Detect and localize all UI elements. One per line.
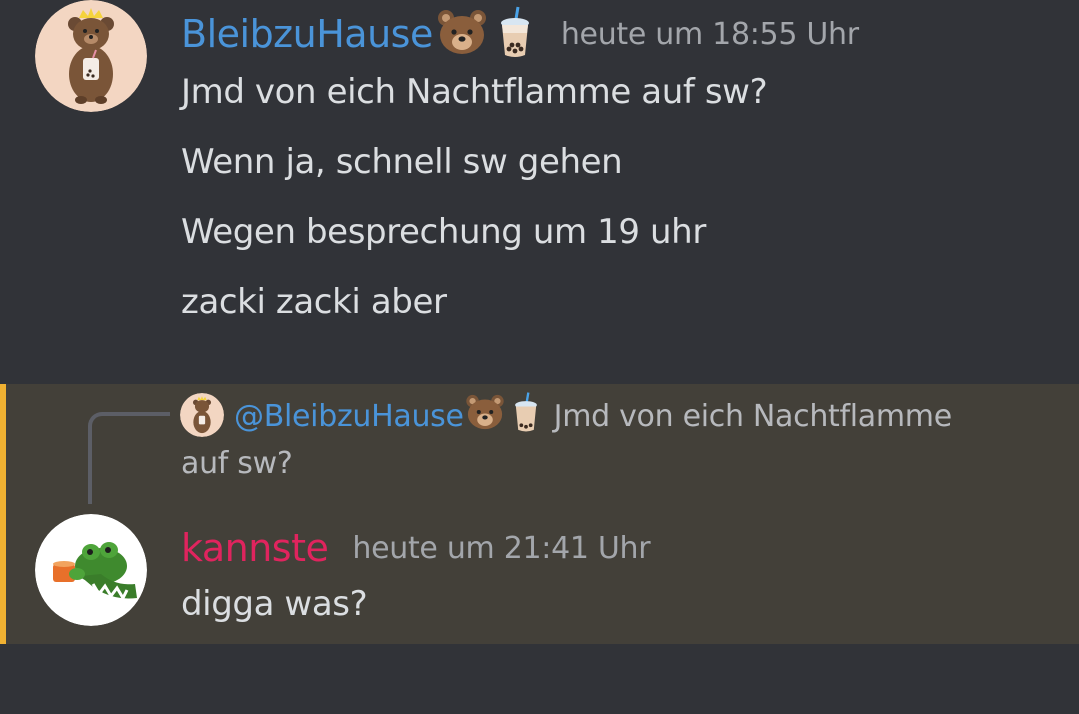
chat-messages: BleibzuHause heute um 18:55 Uhr Jmd von … — [0, 0, 1079, 714]
message-line: zacki zacki aber — [181, 282, 447, 322]
bear-emoji-icon — [435, 8, 489, 60]
bubble-tea-emoji-icon — [497, 5, 533, 63]
reply-preview-text: Jmd von eich Nachtflamme — [553, 398, 953, 434]
avatar[interactable] — [35, 514, 147, 626]
reply-connector — [88, 412, 170, 504]
reply-avatar[interactable] — [180, 393, 224, 437]
message-line: Wegen besprechung um 19 uhr — [181, 212, 706, 252]
timestamp[interactable]: heute um 21:41 Uhr — [352, 531, 650, 566]
message-line: Wenn ja, schnell sw gehen — [181, 142, 623, 182]
message-line: digga was? — [181, 584, 368, 624]
message-header: BleibzuHause heute um 18:55 Uhr — [181, 4, 859, 64]
avatar[interactable] — [35, 0, 147, 112]
reply-preview[interactable]: @BleibzuHause Jmd von eich Nachtflamme — [234, 392, 952, 440]
message-kannste: @BleibzuHause Jmd von eich Nachtflamme a… — [0, 384, 1079, 644]
message-header: kannste heute um 21:41 Uhr — [181, 518, 651, 578]
message-line: Jmd von eich Nachtflamme auf sw? — [181, 72, 768, 112]
username[interactable]: BleibzuHause — [181, 12, 433, 56]
bear-avatar-icon — [180, 393, 224, 437]
kermit-tea-avatar-icon — [35, 514, 147, 626]
reply-preview-text-continued: auf sw? — [181, 446, 293, 481]
bubble-tea-emoji-icon — [512, 391, 540, 441]
message-bleibzuhause: BleibzuHause heute um 18:55 Uhr Jmd von … — [0, 0, 1079, 384]
bear-avatar-icon — [35, 0, 147, 112]
timestamp[interactable]: heute um 18:55 Uhr — [561, 17, 859, 52]
mention-highlight-bar — [0, 384, 6, 644]
username[interactable]: kannste — [181, 526, 329, 570]
bear-emoji-icon — [464, 393, 506, 439]
reply-mention[interactable]: @BleibzuHause — [234, 399, 464, 434]
